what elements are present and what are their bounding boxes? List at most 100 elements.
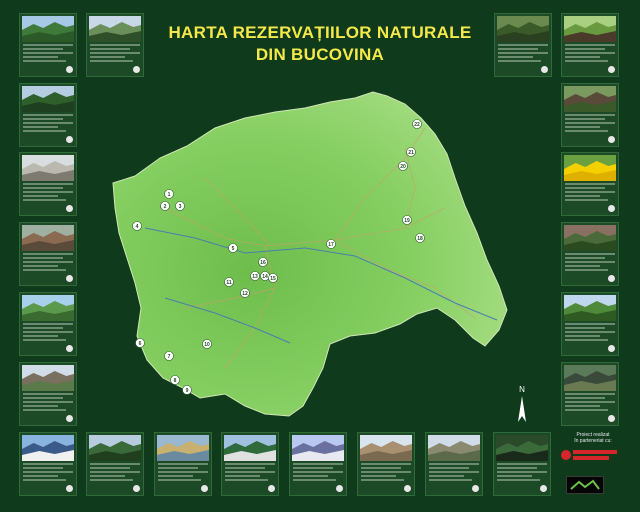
reserve-marker[interactable]: 5 [228,243,238,253]
north-arrow-icon: N [518,385,526,422]
reserve-card[interactable] [19,292,77,356]
reserve-card[interactable] [561,222,619,286]
conifer-forest-photo [22,86,74,112]
card-marker-icon [608,415,615,422]
marker-number: 3 [179,204,182,210]
marker-number: 17 [328,242,334,248]
card-marker-icon [404,485,411,492]
mountain-ridge-photo [292,435,344,461]
reserve-card[interactable] [561,362,619,426]
partner-panel: Proiect realizat în parteneriat cu: [560,432,626,496]
reserve-marker[interactable]: 4 [132,221,142,231]
card-description [225,463,275,481]
card-description [90,463,140,481]
card-description [23,393,73,411]
card-description [565,183,615,201]
card-marker-icon [608,136,615,143]
reserve-card[interactable] [19,13,77,77]
reserve-marker[interactable]: 12 [240,288,250,298]
forest-clearing-photo [564,225,616,251]
marker-number: 12 [242,291,248,297]
reserve-marker[interactable]: 3 [175,201,185,211]
reserve-marker[interactable]: 9 [182,385,192,395]
reserve-marker[interactable]: 21 [406,147,416,157]
reserve-card[interactable] [561,13,619,77]
reserve-card[interactable] [19,222,77,286]
bucovina-map: 12 345678910111213 14 1516171819202122 [112,91,508,417]
card-marker-icon [66,275,73,282]
reserve-marker[interactable]: 20 [398,161,408,171]
marker-number: 10 [204,342,210,348]
reserve-card[interactable] [289,432,347,496]
reserve-card[interactable] [561,83,619,147]
card-description [498,44,548,62]
dense-forest-photo [496,435,548,461]
reserve-marker[interactable]: 7 [164,351,174,361]
marker-number: 4 [136,224,139,230]
reserve-card[interactable] [19,83,77,147]
marker-number: 2 [164,204,167,210]
reserve-marker[interactable]: 16 [258,257,268,267]
card-description [565,323,615,341]
card-marker-icon [66,136,73,143]
reserve-card[interactable] [221,432,279,496]
reserve-marker[interactable]: 14 [260,271,270,281]
reserve-marker[interactable]: 11 [224,277,234,287]
card-marker-icon [541,66,548,73]
marker-number: 8 [174,378,177,384]
card-marker-icon [66,205,73,212]
marker-number: 19 [404,218,410,224]
card-marker-icon [66,345,73,352]
reserve-marker[interactable]: 8 [170,375,180,385]
card-marker-icon [133,485,140,492]
reserve-card[interactable] [493,432,551,496]
reserve-card[interactable] [86,432,144,496]
reserve-card[interactable] [86,13,144,77]
reserve-marker[interactable]: 6 [135,338,145,348]
mountain-forest-photo [89,16,141,42]
reserve-card[interactable] [561,292,619,356]
card-description [565,253,615,271]
hill-forest-photo [564,295,616,321]
card-description [23,183,73,201]
reserve-marker[interactable]: 2 [160,201,170,211]
yellow-flowers-photo [564,155,616,181]
rock-gorge-photo [564,365,616,391]
reserve-card[interactable] [357,432,415,496]
marker-number: 6 [139,341,142,347]
reserve-marker[interactable]: 18 [415,233,425,243]
reserve-card[interactable] [494,13,552,77]
reserve-marker[interactable]: 19 [402,215,412,225]
reserve-marker[interactable]: 22 [412,119,422,129]
reserve-marker[interactable]: 13 [250,271,260,281]
reserve-card[interactable] [19,432,77,496]
alpine-hill-photo [428,435,480,461]
reserve-card[interactable] [425,432,483,496]
card-marker-icon [336,485,343,492]
forest-edge-photo [89,435,141,461]
card-description [90,44,140,62]
marker-number: 16 [260,260,266,266]
reserve-marker[interactable]: 1 [164,189,174,199]
marker-number: 5 [232,246,235,252]
rock-formation-photo [22,365,74,391]
forest-meadow-photo [22,16,74,42]
reserve-card[interactable] [561,152,619,216]
card-marker-icon [608,275,615,282]
rocky-slope-photo [22,225,74,251]
partner-logo [561,450,617,460]
marker-number: 18 [417,236,423,242]
marker-number: 15 [270,276,276,282]
reserve-marker[interactable]: 17 [326,239,336,249]
card-description [23,44,73,62]
reserve-marker[interactable]: 10 [202,339,212,349]
card-marker-icon [201,485,208,492]
card-description [23,463,73,481]
reserve-card[interactable] [19,362,77,426]
reserve-marker[interactable]: 15 [268,273,278,283]
reserve-card[interactable] [19,152,77,216]
card-marker-icon [608,345,615,352]
reserve-card[interactable] [154,432,212,496]
card-marker-icon [66,66,73,73]
marker-number: 13 [252,274,258,280]
